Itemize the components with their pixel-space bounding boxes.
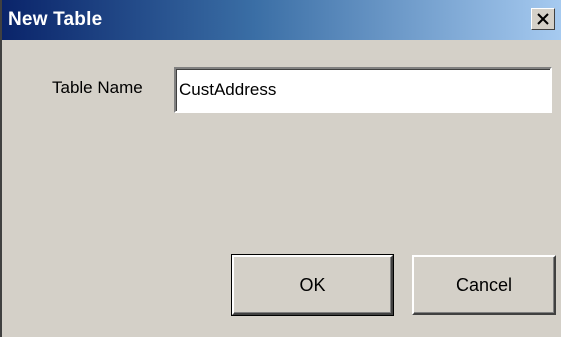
new-table-dialog: New Table Table Name OK Cancel <box>0 0 563 337</box>
cancel-button[interactable]: Cancel <box>412 255 556 315</box>
title-bar[interactable]: New Table <box>2 0 561 40</box>
ok-button[interactable]: OK <box>231 254 394 316</box>
dialog-title: New Table <box>8 9 103 30</box>
table-name-input[interactable] <box>174 67 552 113</box>
table-name-label: Table Name <box>52 78 143 97</box>
close-button[interactable] <box>531 8 555 30</box>
close-icon <box>537 13 549 25</box>
